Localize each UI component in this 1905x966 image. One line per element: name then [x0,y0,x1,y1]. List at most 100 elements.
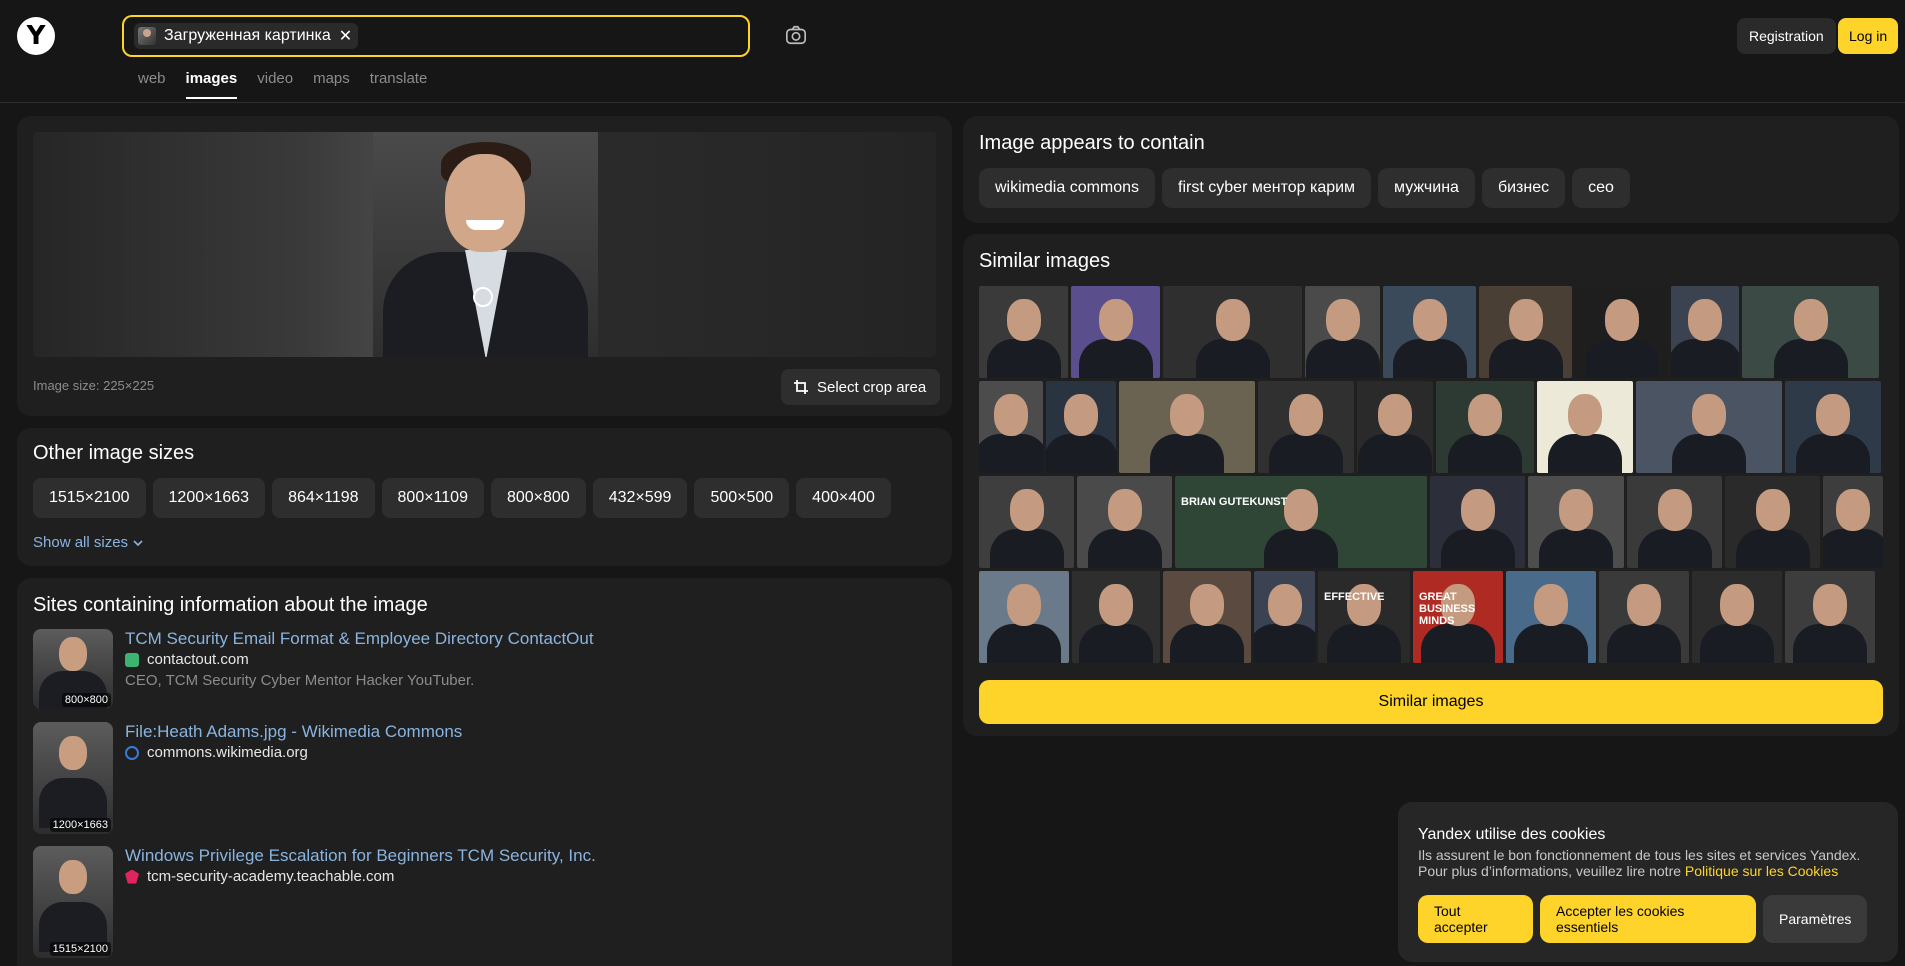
similar-images-button[interactable]: Similar images [979,680,1883,724]
size-option[interactable]: 400×400 [796,478,891,518]
size-option[interactable]: 864×1198 [272,478,375,518]
similar-image-thumbnail[interactable] [1636,381,1782,473]
uploaded-image-preview[interactable] [33,132,936,357]
size-option[interactable]: 1515×2100 [33,478,146,518]
accept-all-button[interactable]: Tout accepter [1418,895,1533,943]
sites-title: Sites containing information about the i… [33,594,428,616]
site-title-link[interactable]: Windows Privilege Escalation for Beginne… [125,846,596,866]
similar-images-row: BRIAN GUTEKUNST [979,476,1883,568]
similar-image-thumbnail[interactable] [1742,286,1879,378]
similar-image-caption: GREAT BUSINESS MINDS [1419,591,1476,627]
object-marker[interactable] [473,287,493,307]
thumbnail-size: 1515×2100 [49,942,111,956]
search-bar[interactable]: Загруженная картинка ✕ [122,15,750,57]
uploaded-image-chip[interactable]: Загруженная картинка ✕ [134,23,359,49]
similar-image-thumbnail[interactable] [1383,286,1476,378]
similar-image-thumbnail[interactable] [979,476,1074,568]
tab-translate[interactable]: translate [370,70,428,99]
show-all-sizes-link[interactable]: Show all sizes [33,534,144,551]
accept-essential-button[interactable]: Accepter les cookies essentiels [1540,895,1756,943]
site-title-link[interactable]: File:Heath Adams.jpg - Wikimedia Commons [125,722,462,742]
similar-image-thumbnail[interactable] [1119,381,1255,473]
site-result: 1515×2100 Windows Privilege Escalation f… [33,846,933,958]
site-result: 1200×1663 File:Heath Adams.jpg - Wikimed… [33,722,933,834]
similar-image-thumbnail[interactable] [1627,476,1722,568]
similar-image-thumbnail[interactable] [1163,571,1251,663]
similar-image-thumbnail[interactable] [1671,286,1739,378]
tag-chip[interactable]: мужчина [1378,168,1475,208]
site-thumbnail[interactable]: 800×800 [33,629,113,709]
similar-image-thumbnail[interactable] [1077,476,1172,568]
similar-image-thumbnail[interactable] [1599,571,1689,663]
similar-image-thumbnail[interactable] [1506,571,1596,663]
size-option[interactable]: 1200×1663 [152,478,266,518]
cookie-policy-link[interactable]: Politique sur les Cookies [1685,863,1838,879]
site-domain-text: tcm-security-academy.teachable.com [147,868,395,885]
similar-image-thumbnail[interactable] [1528,476,1624,568]
similar-image-thumbnail[interactable] [1785,571,1875,663]
similar-image-thumbnail[interactable] [1254,571,1315,663]
similar-image-thumbnail[interactable] [1258,381,1354,473]
similar-image-thumbnail[interactable]: GREAT BUSINESS MINDS [1413,571,1503,663]
size-option[interactable]: 432×599 [592,478,688,518]
tag-chip[interactable]: бизнес [1481,168,1566,208]
select-crop-area-button[interactable]: Select crop area [781,369,941,405]
tag-chip[interactable]: first cyber ментор карим [1162,168,1372,208]
similar-image-thumbnail[interactable] [1725,476,1820,568]
site-domain-text: commons.wikimedia.org [147,744,308,761]
wikimedia-favicon-icon [125,745,139,760]
similar-image-thumbnail[interactable] [1357,381,1433,473]
similar-image-thumbnail[interactable] [1479,286,1572,378]
similar-image-thumbnail[interactable]: EFFECTIVE [1318,571,1410,663]
similar-image-thumbnail[interactable] [1430,476,1525,568]
size-list: 1515×2100 1200×1663 864×1198 800×1109 80… [33,478,891,518]
registration-button[interactable]: Registration [1737,18,1836,54]
similar-image-thumbnail[interactable] [979,571,1069,663]
tag-chip[interactable]: ceo [1572,168,1630,208]
similar-image-thumbnail[interactable] [1163,286,1302,378]
thumbnail-size: 800×800 [61,693,111,707]
site-thumbnail[interactable]: 1515×2100 [33,846,113,958]
site-title-link[interactable]: TCM Security Email Format & Employee Dir… [125,629,594,649]
contactout-favicon-icon [125,652,139,667]
camera-icon[interactable] [785,24,807,46]
tag-chip[interactable]: wikimedia commons [979,168,1156,208]
show-all-sizes-label: Show all sizes [33,534,129,551]
size-option[interactable]: 500×500 [694,478,790,518]
similar-image-thumbnail[interactable] [1072,571,1160,663]
site-result: 800×800 TCM Security Email Format & Empl… [33,629,933,709]
similar-image-thumbnail[interactable] [1305,286,1380,378]
similar-image-thumbnail[interactable] [1046,381,1116,473]
crop-icon [794,380,808,394]
site-thumbnail[interactable]: 1200×1663 [33,722,113,834]
tab-maps[interactable]: maps [313,70,350,99]
similar-image-thumbnail[interactable] [1537,381,1633,473]
tab-video[interactable]: video [257,70,293,99]
login-button[interactable]: Log in [1838,18,1899,54]
tab-web[interactable]: web [138,70,166,99]
similar-image-thumbnail[interactable] [979,286,1068,378]
similar-image-thumbnail[interactable] [1575,286,1668,378]
similar-image-caption: BRIAN GUTEKUNST [1181,496,1288,508]
similar-image-thumbnail[interactable] [1785,381,1881,473]
cookie-text: Ils assurent le bon fonctionnement de to… [1418,847,1888,879]
similar-image-thumbnail[interactable] [979,381,1043,473]
similar-images-title: Similar images [979,250,1111,272]
other-sizes-title: Other image sizes [33,442,195,464]
close-icon[interactable]: ✕ [339,26,352,46]
uploaded-image-panel: Image size: 225×225 Select crop area [17,116,952,416]
size-option[interactable]: 800×800 [490,478,586,518]
tab-images[interactable]: images [185,70,238,99]
yandex-logo[interactable]: Y [17,17,55,55]
similar-image-thumbnail[interactable] [1071,286,1160,378]
similar-image-thumbnail[interactable] [1692,571,1782,663]
image-size-text: Image size: 225×225 [33,378,155,393]
size-option[interactable]: 800×1109 [381,478,484,518]
site-domain: tcm-security-academy.teachable.com [125,868,394,885]
uploaded-image-thumbnail [138,27,156,45]
similar-image-thumbnail[interactable] [1436,381,1534,473]
other-sizes-panel: Other image sizes 1515×2100 1200×1663 86… [17,428,952,566]
cookie-settings-button[interactable]: Paramètres [1763,895,1867,943]
similar-image-thumbnail[interactable]: BRIAN GUTEKUNST [1175,476,1427,568]
similar-image-thumbnail[interactable] [1823,476,1883,568]
